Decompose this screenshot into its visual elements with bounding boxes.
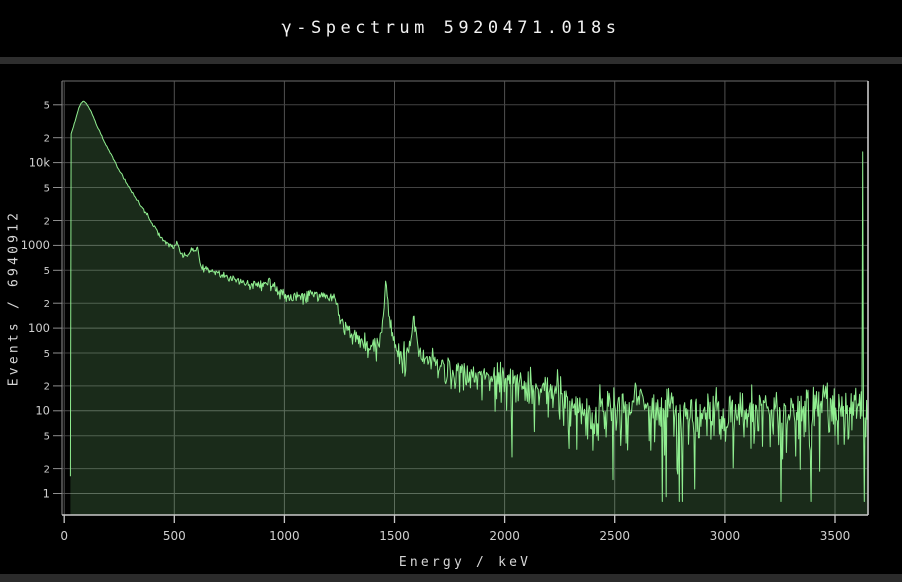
y-tick-label: 2 [44, 134, 50, 145]
y-axis-label: Events / 6940912 [7, 210, 22, 386]
y-tick-label: 2 [44, 464, 50, 475]
y-tick-label: 1 [43, 486, 50, 500]
x-tick-label: 2000 [489, 529, 520, 543]
y-tick-label: 1000 [21, 238, 50, 252]
x-tick-label: 3500 [820, 529, 851, 543]
y-tick-label: 5 [44, 183, 50, 194]
y-tick-label: 2 [44, 299, 50, 310]
y-tick-label: 10 [35, 404, 50, 418]
y-tick-label: 5 [44, 349, 50, 360]
x-tick-label: 0 [60, 529, 68, 543]
y-tick-label: 5 [44, 432, 50, 443]
spectrum-plot: 0 500 1000 1500 2000 2500 3000 3500 1 2 5 10 2 5 100 2 5… [0, 0, 902, 582]
app-window: γ-Spectrum 5920471.018s 0500100015002000… [0, 0, 902, 582]
x-tick-label: 3000 [710, 529, 741, 543]
x-axis-label: Energy / keV [62, 555, 868, 570]
x-tick-label: 500 [163, 529, 186, 543]
x-tick-label: 1000 [269, 529, 300, 543]
x-tick-label: 1500 [379, 529, 410, 543]
spectrum-fill [70, 101, 867, 515]
y-tick-label: 100 [28, 321, 50, 335]
y-tick-label: 5 [44, 266, 50, 277]
x-tick-label: 2500 [599, 529, 630, 543]
y-tick-label: 5 [44, 101, 50, 112]
y-tick-label: 2 [44, 216, 50, 227]
y-tick-label: 10k [29, 155, 51, 169]
y-tick-label: 2 [44, 382, 50, 393]
